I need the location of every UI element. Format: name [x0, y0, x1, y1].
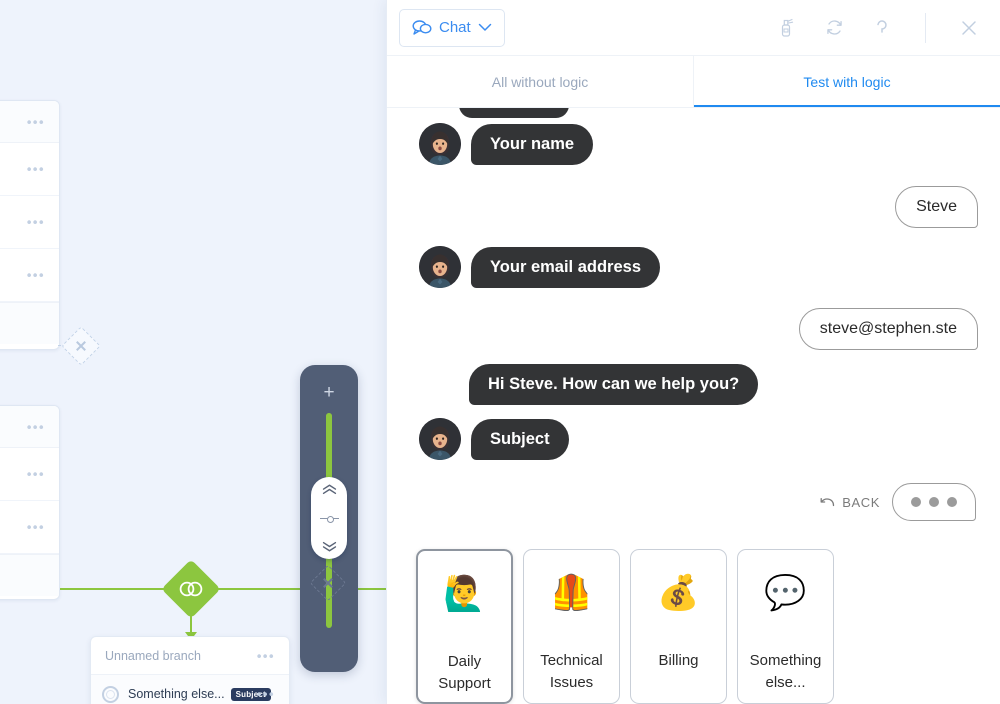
option-card-something-else[interactable]: 💬 Something else...: [737, 549, 834, 704]
safety-vest-emoji-icon: 🦺: [550, 574, 593, 612]
close-icon[interactable]: [958, 17, 980, 39]
chevron-double-down-icon: [322, 541, 336, 552]
tab-test-with-logic[interactable]: Test with logic: [694, 56, 1000, 107]
preview-tabs: All without logic Test with logic: [387, 56, 1000, 108]
node-menu-icon[interactable]: •••: [27, 420, 45, 433]
message-row: steve@stephen.ste: [798, 308, 978, 350]
flow-edge-right: [212, 588, 386, 590]
circle-ring-icon: [102, 685, 119, 703]
bot-message-bubble: Subject: [471, 419, 569, 460]
undo-arrow-icon: [820, 497, 835, 506]
typing-dot: [929, 497, 939, 507]
message-row: [459, 108, 569, 118]
avatar: [419, 418, 461, 460]
bot-message-bubble: Your email address: [471, 247, 661, 288]
option-label: Something else...: [749, 652, 822, 691]
message-row: Your name: [419, 123, 594, 165]
node-card-row[interactable]: •••: [0, 501, 59, 554]
node-card-row[interactable]: •••: [0, 196, 59, 249]
branch-row-menu-icon[interactable]: •••: [257, 688, 275, 701]
branch-menu-icon[interactable]: •••: [257, 649, 275, 662]
option-card-daily-support[interactable]: 🙋‍♂️ Daily Support: [416, 549, 513, 704]
node-card-header: •••: [0, 406, 59, 448]
typing-dot: [911, 497, 921, 507]
header-actions: [775, 12, 980, 43]
message-row: Hi Steve. How can we help you?: [469, 364, 759, 405]
bot-message-bubble: Hi Steve. How can we help you?: [469, 364, 759, 405]
branch-node-card[interactable]: Unnamed branch ••• Something else... Sub…: [90, 636, 290, 704]
option-card-billing[interactable]: 💰 Billing: [630, 549, 727, 704]
flow-edge-left: [60, 588, 172, 590]
node-row-menu-icon[interactable]: •••: [27, 216, 45, 229]
chevron-double-up-icon: [322, 484, 336, 495]
user-message-bubble: steve@stephen.ste: [798, 308, 978, 350]
option-label: Billing: [658, 652, 699, 669]
zoom-reset-marker-icon[interactable]: [319, 516, 339, 523]
back-button[interactable]: BACK: [820, 495, 880, 510]
node-card-row[interactable]: •••: [0, 143, 59, 196]
typing-dot: [947, 497, 957, 507]
node-row-menu-icon[interactable]: •••: [27, 521, 45, 534]
plus-diamond-icon-behind: [309, 564, 347, 602]
back-label: BACK: [842, 494, 880, 510]
header-divider: [925, 12, 926, 43]
zoom-slider-handle[interactable]: [311, 477, 347, 559]
branch-node-title: Unnamed branch: [105, 648, 201, 663]
node-menu-icon[interactable]: •••: [27, 115, 45, 128]
back-and-typing-row: BACK: [820, 483, 976, 521]
chat-mode-label: Chat: [439, 19, 471, 36]
help-question-icon[interactable]: [871, 17, 893, 39]
flow-node-card[interactable]: ••• elp ••• •••: [0, 405, 60, 600]
tab-all-without-logic[interactable]: All without logic: [387, 56, 694, 107]
node-row-menu-icon[interactable]: •••: [27, 163, 45, 176]
chat-preview-panel: Chat All without logic Test with logic Y…: [386, 0, 1000, 704]
option-label: Daily Support: [438, 653, 491, 692]
chat-transcript[interactable]: Your name Steve Your email address steve…: [387, 108, 1000, 704]
bot-message-bubble: Your name: [471, 124, 594, 165]
option-card-technical-issues[interactable]: 🦺 Technical Issues: [523, 549, 620, 704]
panel-header: Chat: [387, 0, 1000, 56]
node-card-footer: [0, 554, 59, 596]
typing-indicator-bubble: [892, 483, 976, 521]
option-label: Technical Issues: [540, 652, 603, 691]
message-row: Subject: [419, 418, 569, 460]
speech-balloon-emoji-icon: 💬: [764, 574, 807, 612]
node-row-menu-icon[interactable]: •••: [27, 269, 45, 282]
raising-hand-emoji-icon: 🙋‍♂️: [443, 575, 486, 613]
message-row: Your email address: [419, 246, 661, 288]
zoom-in-button[interactable]: +: [300, 383, 358, 402]
chevron-down-icon: [478, 23, 491, 31]
user-message-bubble: Steve: [895, 186, 978, 228]
refresh-icon[interactable]: [823, 17, 845, 39]
clipped-bot-bubble: [459, 108, 569, 118]
node-card-row[interactable]: elp •••: [0, 448, 59, 501]
branch-node-row[interactable]: Something else... Subject •••: [91, 675, 289, 704]
chat-mode-selector[interactable]: Chat: [399, 8, 505, 47]
money-bag-emoji-icon: 💰: [657, 574, 700, 612]
plus-diamond-icon[interactable]: [61, 326, 101, 366]
node-card-header: •••: [0, 101, 59, 143]
node-card-row[interactable]: •••: [0, 249, 59, 302]
avatar: [419, 123, 461, 165]
quick-reply-options: 🙋‍♂️ Daily Support 🦺 Technical Issues 💰 …: [416, 549, 834, 704]
avatar: [419, 246, 461, 288]
branch-node-header[interactable]: Unnamed branch •••: [91, 637, 289, 675]
branch-row-label: Something else...: [128, 687, 225, 701]
message-row: Steve: [895, 186, 978, 228]
spray-bottle-icon[interactable]: [775, 17, 797, 39]
flow-node-card[interactable]: ••• ••• ••• •••: [0, 100, 60, 350]
node-card-footer: [0, 302, 59, 344]
chat-bubble-icon: [412, 20, 432, 35]
node-row-menu-icon[interactable]: •••: [27, 468, 45, 481]
zoom-slider-panel[interactable]: + −: [300, 365, 358, 672]
